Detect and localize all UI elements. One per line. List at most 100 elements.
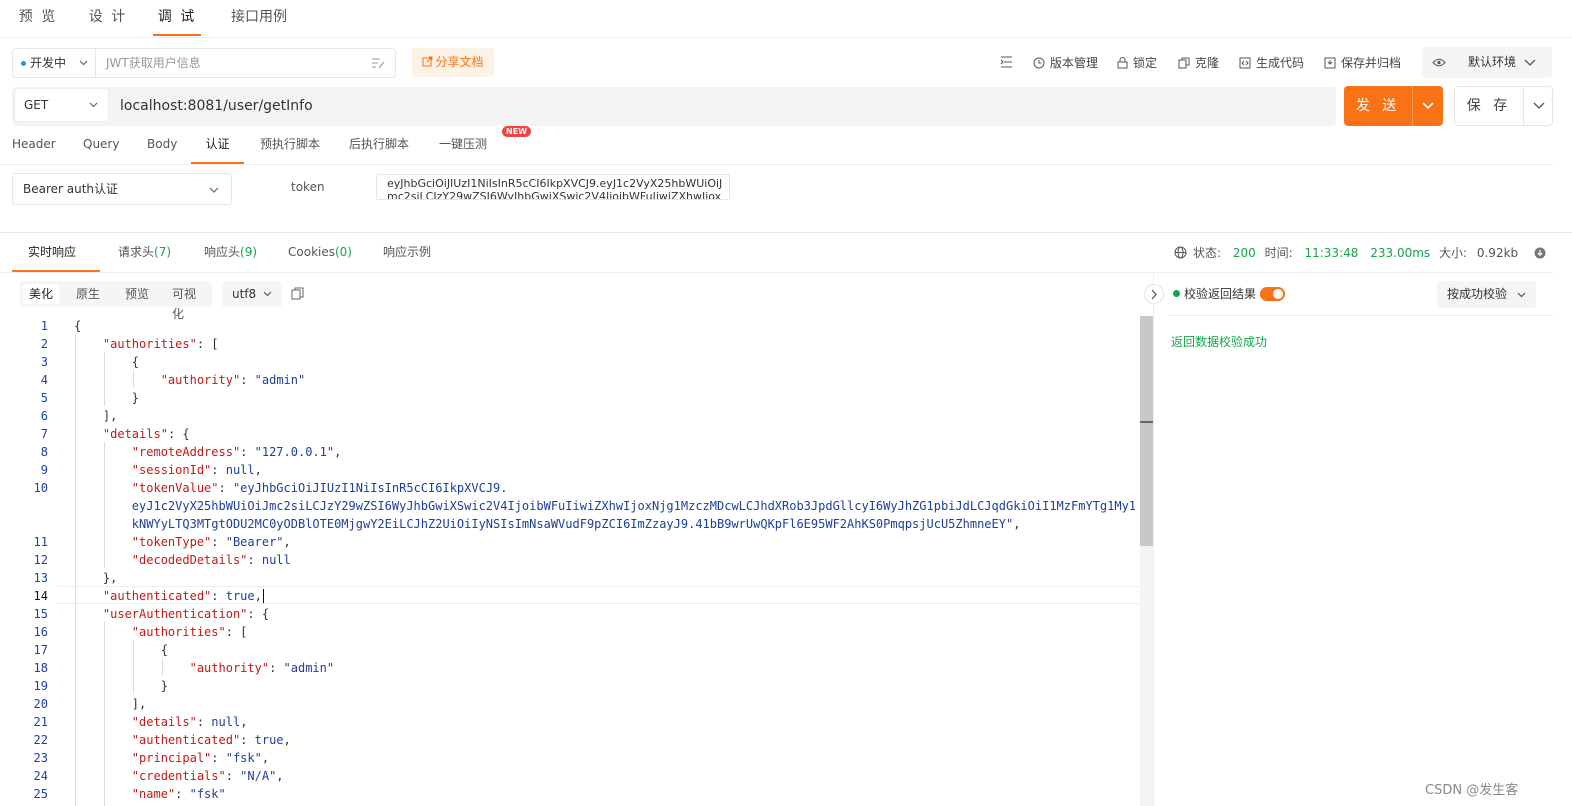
code-line: 19 } [0,677,1140,695]
tab-debug[interactable]: 调 试 [153,0,201,36]
json-value: true [225,589,255,603]
tab-design[interactable]: 设 计 [84,0,132,36]
code-line: 20 ], [0,695,1140,713]
json-punctuation: ], [74,409,118,423]
line-number: 5 [40,391,48,405]
json-punctuation: , [276,769,284,783]
url-input[interactable]: localhost:8081/user/getInfo [120,87,313,126]
env-status-label: 开发中 [30,56,67,70]
chevron-down-icon [1422,102,1434,110]
tab-cookies[interactable]: Cookies(0) [288,234,352,272]
response-time: 11:33:48 [1304,246,1359,260]
tab-preview[interactable]: 预 览 [14,0,62,36]
code-text: "name": "fsk" [74,785,226,803]
line-number: 2 [40,337,48,351]
archive-icon [1324,57,1336,69]
json-key: "decodedDetails" [131,553,248,567]
code-text: "tokenValue": "eyJhbGciOiJIUzI1NiIsInR5c… [74,479,508,497]
chevron-down-icon [89,102,98,108]
json-key: "authenticated" [102,589,212,603]
code-line: 4 "authority": "admin" [0,371,1140,389]
env-status-select[interactable]: 开发中 [12,48,96,78]
tab-response-example[interactable]: 响应示例 [383,234,431,272]
json-key: "authority" [189,661,270,675]
generate-code-button[interactable]: 生成代码 [1239,48,1304,78]
tab-body[interactable]: Body [147,128,177,164]
send-button[interactable]: 发 送 [1344,86,1443,126]
tab-request-headers[interactable]: 请求头(7) [118,234,171,272]
share-doc-button[interactable]: 分享文档 [412,48,494,77]
json-value: "127.0.0.1" [254,445,335,459]
clone-button[interactable]: 克隆 [1178,48,1219,78]
format-visualize-button[interactable]: 可视化 [166,284,212,321]
json-value: true [254,733,284,747]
line-number: 20 [33,697,48,711]
token-label: token [291,180,325,194]
auth-type-select[interactable]: Bearer auth认证 [12,173,232,205]
tab-response-headers[interactable]: 响应头(9) [204,234,257,272]
save-button[interactable]: 保 存 [1454,86,1553,126]
tab-realtime-response[interactable]: 实时响应 [12,234,100,272]
format-preview-button[interactable]: 预览 [119,284,155,304]
response-size: 0.92kb [1476,246,1519,260]
json-punctuation [74,661,190,675]
line-number: 17 [33,643,48,657]
environment-select[interactable]: 默认环境 [1422,47,1552,78]
version-manage-label: 版本管理 [1050,56,1099,70]
top-tab-bar: 预 览 设 计 调 试 接口用例 [0,0,1572,38]
json-punctuation [74,607,103,621]
tab-auth[interactable]: 认证 [191,128,244,164]
send-options-button[interactable] [1412,86,1443,126]
download-icon[interactable] [1534,247,1546,259]
save-options-button[interactable] [1523,87,1553,125]
code-text: "authorities": [ [74,623,248,641]
json-value: "fsk" [189,787,226,801]
outline-icon[interactable] [1000,56,1013,68]
json-key: "details" [102,427,168,441]
token-input[interactable]: eyJhbGciOiJIUzI1NiIsInR5cCI6IkpXVCJ9.eyJ… [376,174,730,200]
json-value: "eyJhbGciOiJIUzI1NiIsInR5cCI6IkpXVCJ9. [232,481,508,495]
version-manage-button[interactable]: 版本管理 [1033,48,1098,78]
json-key: "authorities" [131,625,226,639]
json-punctuation: : [240,733,255,747]
validate-toggle[interactable] [1260,287,1285,301]
lock-button[interactable]: 锁定 [1117,48,1157,78]
collapse-panel-button[interactable] [1144,284,1164,304]
validate-result-label: 校验返回结果 [1173,284,1256,304]
json-punctuation [74,787,132,801]
editor-scroll-thumb[interactable] [1140,316,1153,546]
tab-stress-test[interactable]: 一键压测 [439,128,487,164]
copy-icon[interactable] [291,287,304,300]
save-archive-button[interactable]: 保存并归档 [1324,48,1401,78]
method-select[interactable]: GET [14,88,109,122]
line-number: 18 [33,661,48,675]
encoding-select[interactable]: utf8 [222,281,282,307]
json-punctuation: : [225,769,241,783]
json-key: "principal" [131,751,212,765]
line-number: 7 [40,427,48,441]
line-number: 10 [33,481,48,495]
tab-test-cases[interactable]: 接口用例 [224,0,294,36]
line-number: 16 [33,625,48,639]
format-pretty-button[interactable]: 美化 [23,284,60,304]
code-text: }, [74,569,117,587]
tab-post-script[interactable]: 后执行脚本 [349,128,409,164]
code-line: kNWYyLTQ3MTgtODU2MC0yODBlOTE0MjgwY2EiLCJ… [0,515,1140,533]
tab-query[interactable]: Query [83,128,119,164]
edit-description-icon[interactable] [371,57,385,69]
json-punctuation: , [254,463,262,477]
api-name-input[interactable]: JWT获取用户信息 [95,48,396,78]
json-punctuation: }, [74,571,118,585]
code-line: 8 "remoteAddress": "127.0.0.1", [0,443,1140,461]
tab-pre-script[interactable]: 预执行脚本 [260,128,320,164]
json-key: "tokenType" [131,535,212,549]
status-dot [21,61,26,66]
json-punctuation: : [211,463,226,477]
share-icon [422,56,433,67]
code-line: 14 "authenticated": true, [0,587,1140,605]
validate-mode-select[interactable]: 按成功校验 [1437,281,1536,308]
validate-mode-label: 按成功校验 [1447,287,1508,301]
format-raw-button[interactable]: 原生 [70,284,106,304]
response-body-editor[interactable]: 1{2 "authorities": [3 {4 "authority": "a… [0,316,1140,806]
tab-header[interactable]: Header [12,128,56,164]
